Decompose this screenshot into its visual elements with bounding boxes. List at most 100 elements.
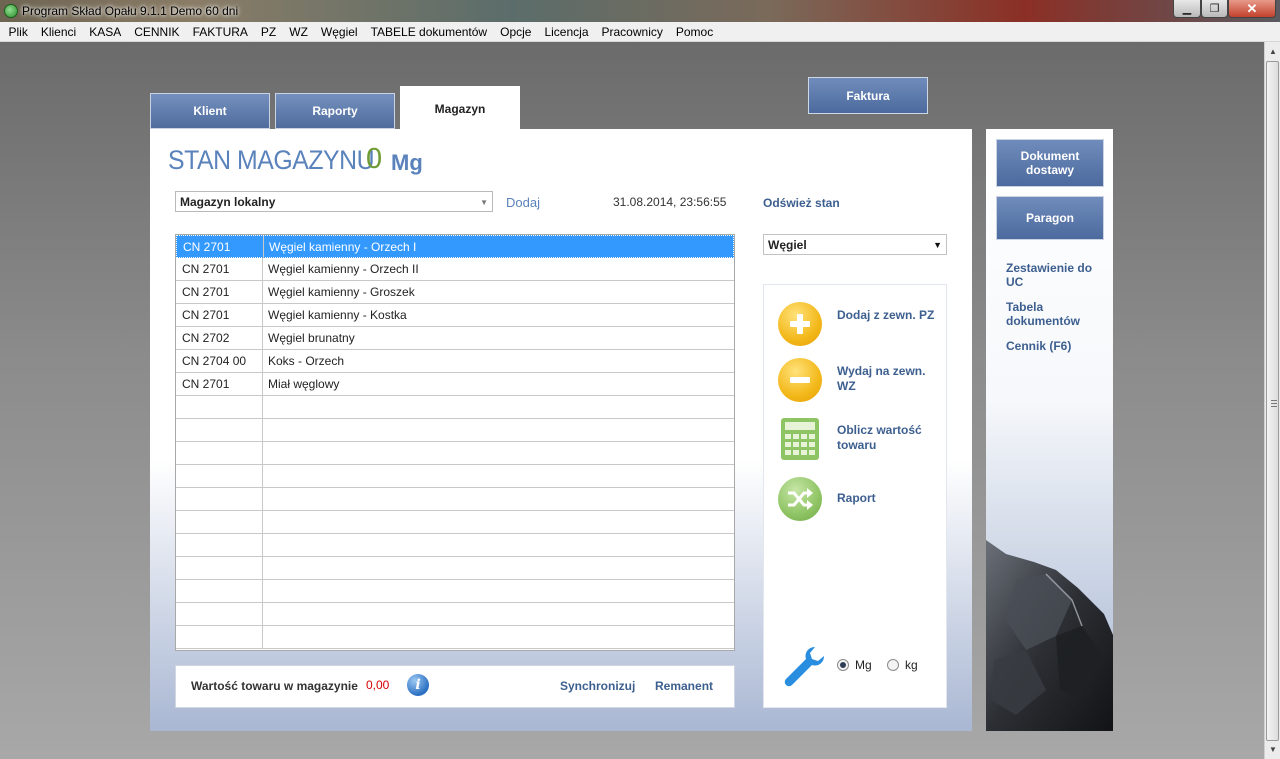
menu-pz[interactable]: PZ	[254, 22, 282, 42]
scroll-thumb[interactable]	[1266, 61, 1279, 741]
product-table: CN 2701 Węgiel kamienny - Orzech I CN 2701…	[175, 234, 735, 651]
stock-unit: Mg	[391, 150, 423, 175]
table-row[interactable]: CN 2701 Węgiel kamienny - Kostka	[176, 304, 734, 327]
cn-code-cell: CN 2701	[176, 373, 263, 395]
plus-circle-icon	[778, 302, 822, 346]
table-row-empty[interactable]	[176, 580, 734, 603]
menu-licencja[interactable]: Licencja	[538, 22, 595, 42]
table-row[interactable]: CN 2702 Węgiel brunatny	[176, 327, 734, 350]
table-row-empty[interactable]	[176, 419, 734, 442]
cn-code-cell	[176, 603, 263, 625]
table-row-empty[interactable]	[176, 396, 734, 419]
close-button[interactable]: ✕	[1228, 0, 1276, 18]
scroll-down-icon[interactable]: ▼	[1265, 741, 1280, 758]
category-select-value: Węgiel	[768, 238, 807, 252]
table-row-empty[interactable]	[176, 488, 734, 511]
unit-mg-radio[interactable]: Mg	[837, 658, 872, 672]
menu-faktura[interactable]: FAKTURA	[186, 22, 254, 42]
product-name-cell	[263, 488, 734, 510]
menu-pomoc[interactable]: Pomoc	[669, 22, 719, 42]
window-title: Program Skład Opału 9.1.1 Demo 60 dni	[22, 4, 239, 18]
wrench-icon[interactable]	[781, 644, 825, 688]
price-list-link[interactable]: Cennik (F6)	[1006, 339, 1106, 353]
chevron-down-icon: ▼	[933, 240, 942, 250]
product-name-cell	[263, 511, 734, 533]
cn-code-cell	[176, 419, 263, 441]
stock-value-amount: 0,00	[366, 678, 390, 692]
tab-magazyn[interactable]: Magazyn	[400, 86, 520, 130]
add-warehouse-link[interactable]: Dodaj	[506, 195, 540, 210]
cn-code-cell: CN 2701	[176, 304, 263, 326]
cn-code-cell	[176, 442, 263, 464]
product-name-cell: Węgiel kamienny - Groszek	[268, 285, 415, 299]
app-icon	[4, 4, 18, 18]
stock-total-value: 0	[366, 143, 383, 175]
menu-klienci[interactable]: Klienci	[34, 22, 82, 42]
table-row-empty[interactable]	[176, 557, 734, 580]
menu-cennik[interactable]: CENNIK	[128, 22, 186, 42]
scroll-up-icon[interactable]: ▲	[1265, 43, 1280, 60]
calculator-icon	[778, 417, 822, 461]
chevron-down-icon: ▼	[480, 198, 488, 207]
receipt-button[interactable]: Paragon	[996, 196, 1104, 240]
calculate-value-label: Oblicz wartość towaru	[837, 423, 922, 452]
maximize-button[interactable]: ❐	[1201, 0, 1228, 18]
menu-pracownicy[interactable]: Pracownicy	[595, 22, 669, 42]
category-select[interactable]: Węgiel ▼	[763, 234, 947, 255]
cn-code-cell: CN 2701	[176, 281, 263, 303]
table-row-empty[interactable]	[176, 442, 734, 465]
cn-code-cell	[176, 580, 263, 602]
table-row-empty[interactable]	[176, 603, 734, 626]
table-row[interactable]: CN 2701 Miał węglowy	[176, 373, 734, 396]
cn-code-cell	[176, 626, 263, 648]
table-row-empty[interactable]	[176, 465, 734, 488]
cn-code-cell	[176, 396, 263, 418]
warehouse-select[interactable]: Magazyn lokalny ▼	[175, 191, 493, 212]
cn-code-cell: CN 2701	[177, 236, 264, 258]
table-row-empty[interactable]	[176, 534, 734, 557]
table-row[interactable]: CN 2701 Węgiel kamienny - Orzech II	[176, 258, 734, 281]
minimize-button[interactable]: ▁	[1173, 0, 1201, 18]
add-external-pz-label: Dodaj z zewn. PZ	[837, 308, 935, 322]
menu-bar: Plik Klienci KASA CENNIK FAKTURA PZ WZ W…	[0, 22, 1280, 42]
menu-opcje[interactable]: Opcje	[494, 22, 538, 42]
table-row-empty[interactable]	[176, 626, 734, 649]
menu-kasa[interactable]: KASA	[83, 22, 128, 42]
tab-raporty[interactable]: Raporty	[275, 93, 395, 129]
menu-wegiel[interactable]: Węgiel	[314, 22, 364, 42]
remanent-link[interactable]: Remanent	[655, 679, 713, 693]
product-name-cell: Węgiel kamienny - Kostka	[268, 308, 407, 322]
synchronize-link[interactable]: Synchronizuj	[560, 679, 635, 693]
radio-unselected-icon	[887, 659, 899, 671]
product-name-cell	[263, 419, 734, 441]
cn-code-cell: CN 2701	[176, 258, 263, 280]
shuffle-icon	[778, 477, 822, 521]
faktura-button[interactable]: Faktura	[808, 77, 928, 114]
menu-tabele[interactable]: TABELE dokumentów	[364, 22, 494, 42]
tab-klient[interactable]: Klient	[150, 93, 270, 129]
product-name-cell	[263, 534, 734, 556]
documents-table-link[interactable]: Tabela dokumentów	[1006, 300, 1106, 328]
delivery-document-button[interactable]: Dokument dostawy	[996, 139, 1104, 187]
table-row[interactable]: CN 2701 Węgiel kamienny - Orzech I	[176, 235, 734, 258]
cn-code-cell: CN 2704 00	[176, 350, 263, 372]
product-name-cell	[263, 396, 734, 418]
table-row[interactable]: CN 2701 Węgiel kamienny - Groszek	[176, 281, 734, 304]
unit-kg-radio[interactable]: kg	[887, 658, 918, 672]
coal-image	[986, 540, 1113, 731]
vertical-scrollbar[interactable]: ▲ ▼	[1264, 42, 1280, 759]
unit-kg-label: kg	[905, 658, 918, 672]
warehouse-select-value: Magazyn lokalny	[180, 195, 276, 209]
refresh-stock-link[interactable]: Odśwież stan	[763, 196, 840, 210]
product-name-cell	[263, 603, 734, 625]
menu-plik[interactable]: Plik	[2, 22, 34, 42]
info-icon[interactable]: i	[407, 674, 429, 696]
table-row[interactable]: CN 2704 00 Koks - Orzech	[176, 350, 734, 373]
cn-code-cell	[176, 465, 263, 487]
product-name-cell: Węgiel kamienny - Orzech II	[268, 262, 419, 276]
table-row-empty[interactable]	[176, 511, 734, 534]
product-name-cell: Węgiel kamienny - Orzech I	[269, 240, 417, 254]
unit-mg-label: Mg	[855, 658, 872, 672]
menu-wz[interactable]: WZ	[283, 22, 315, 42]
summary-uc-link[interactable]: Zestawienie do UC	[1006, 261, 1106, 289]
